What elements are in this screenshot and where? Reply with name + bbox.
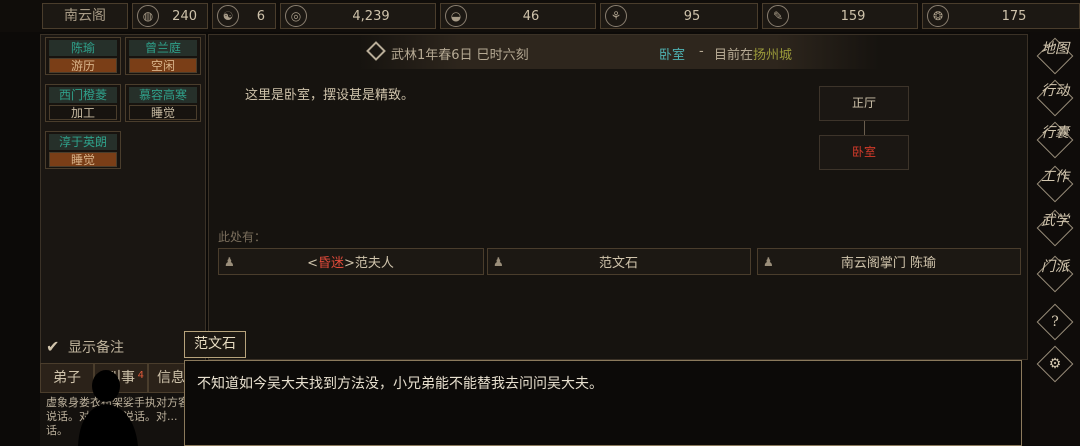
globe-icon: ◍ [137, 5, 159, 27]
resource-money[interactable]: ◎ 4,239 [280, 3, 436, 29]
tab-label: 叫事 [107, 370, 135, 386]
person-icon: ♟ [763, 254, 774, 269]
npc-name: 范文石 [598, 256, 638, 271]
message-log[interactable]: 虚象身娄衣布架娑手执对方客说话。对方和默说话。对...话。 [40, 393, 200, 446]
inventory-button[interactable]: 行囊 [1035, 120, 1075, 160]
dialog-text: 不知道如今吴大夫找到方法没，小兄弟能不能替我去问问吴大夫。 [197, 376, 603, 392]
help-button[interactable]: ? [1035, 302, 1075, 342]
resource-value: 175 [1001, 8, 1027, 24]
sect-button[interactable]: 门派 [1035, 254, 1075, 294]
resource-yinyang[interactable]: ☯ 6 [212, 3, 276, 29]
npc-entry[interactable]: ♟ <昏迷>范夫人 [218, 248, 484, 275]
disciple-status: 空闲 [129, 58, 197, 73]
resource-value: 240 [172, 8, 197, 24]
room-header: 武林1年春6日 巳时六刻 卧室 - 目前在扬州城 [359, 35, 879, 69]
npc-name: 范夫人 [354, 256, 394, 271]
map-connector [864, 121, 865, 135]
show-memo-toggle[interactable]: ✔ 显示备注 [46, 337, 124, 357]
map-button[interactable]: 地图 [1035, 36, 1075, 76]
food-bowl-icon: ◒ [445, 5, 467, 27]
person-icon: ♟ [224, 254, 235, 269]
disciple-card[interactable]: 曾兰庭 空闲 [125, 37, 201, 75]
disciple-status: 睡觉 [49, 152, 117, 167]
game-date: 武林1年春6日 巳时六刻 [391, 48, 529, 63]
checkmark-icon: ✔ [46, 337, 60, 356]
disciple-name: 淳于英朗 [49, 134, 117, 150]
room-panel: 武林1年春6日 巳时六刻 卧室 - 目前在扬州城 这里是卧室，摆设甚是精致。 正… [208, 34, 1028, 360]
npc-status-tag: 昏迷 [317, 256, 344, 271]
tag-bracket: < [307, 256, 318, 271]
disciple-name: 西门橙菱 [49, 87, 117, 103]
location-text: 目前在扬州城 [714, 44, 792, 63]
disciple-status: 加工 [49, 105, 117, 120]
settings-button[interactable]: ⚙ [1035, 344, 1075, 384]
tag-bracket: > [344, 256, 355, 271]
resource-value: 46 [522, 8, 540, 24]
menu-label: 地图 [1041, 41, 1069, 57]
person-icon: ♟ [493, 254, 504, 269]
menu-label: 工作 [1041, 169, 1069, 185]
dialog-speaker-name: 范文石 [184, 331, 246, 358]
herb-icon: ⚘ [605, 5, 627, 27]
map-node-hall[interactable]: 正厅 [819, 86, 909, 121]
resource-value: 6 [256, 8, 265, 24]
header-separator: - [699, 44, 704, 59]
resource-herb[interactable]: ⚘ 95 [600, 3, 758, 29]
here-label: 此处有： [218, 230, 267, 244]
log-text: 虚象身娄衣布架娑手执对方客说话。对方和默说话。对...话。 [46, 396, 189, 437]
dialog-box[interactable]: 不知道如今吴大夫找到方法没，小兄弟能不能替我去问问吴大夫。 [184, 360, 1022, 446]
disciple-status: 睡觉 [129, 105, 197, 120]
menu-label: 门派 [1041, 259, 1069, 275]
resource-value: 4,239 [352, 8, 390, 24]
city-name: 扬州城 [753, 48, 793, 63]
resource-ore[interactable]: ❂ 175 [922, 3, 1080, 29]
resource-wood[interactable]: ✎ 159 [762, 3, 918, 29]
diamond-icon [366, 41, 386, 61]
yinyang-icon: ☯ [217, 5, 239, 27]
disciple-name: 慕容高寒 [129, 87, 197, 103]
disciple-name: 曾兰庭 [129, 40, 197, 56]
ore-icon: ❂ [927, 5, 949, 27]
npc-entry[interactable]: ♟ 南云阁掌门 陈瑜 [757, 248, 1021, 275]
resource-food[interactable]: ◒ 46 [440, 3, 596, 29]
menu-label: 行囊 [1041, 125, 1069, 141]
disciple-card[interactable]: 西门橙菱 加工 [45, 84, 121, 122]
tab-disciples[interactable]: 弟子 [40, 363, 94, 393]
tab-events[interactable]: 叫事 4 [94, 363, 148, 393]
resource-reputation[interactable]: ◍ 240 [132, 3, 208, 29]
room-name: 卧室 [659, 48, 686, 63]
menu-label: 武学 [1041, 213, 1069, 229]
lower-tabs: 弟子 叫事 4 信息 [40, 363, 200, 393]
question-icon: ? [1051, 314, 1059, 330]
room-description: 这里是卧室，摆设甚是精致。 [245, 88, 415, 103]
right-menu: 地图 行动 行囊 工作 武学 门派 ? ⚙ [1030, 32, 1080, 446]
action-button[interactable]: 行动 [1035, 78, 1075, 118]
map-node-current: 卧室 [819, 135, 909, 170]
resource-value: 95 [683, 8, 701, 24]
menu-label: 行动 [1041, 83, 1069, 99]
npc-label: <昏迷>范夫人 [238, 252, 483, 271]
feather-icon: ✎ [767, 5, 789, 27]
resource-value: 159 [840, 8, 866, 24]
tab-label: 弟子 [53, 370, 81, 386]
disciple-status: 游历 [49, 58, 117, 73]
location-prefix: 目前在 [714, 48, 754, 63]
disciple-card[interactable]: 淳于英朗 睡觉 [45, 131, 121, 169]
martial-arts-button[interactable]: 武学 [1035, 208, 1075, 248]
coin-icon: ◎ [285, 5, 307, 27]
npc-entry[interactable]: ♟ 范文石 [487, 248, 751, 275]
sect-name-button[interactable]: 南云阁 [42, 3, 128, 29]
disciple-card[interactable]: 慕容高寒 睡觉 [125, 84, 201, 122]
tab-label: 信息 [157, 370, 185, 386]
disciple-card[interactable]: 陈瑜 游历 [45, 37, 121, 75]
npc-name: 南云阁掌门 陈瑜 [840, 256, 937, 271]
tab-badge: 4 [137, 370, 144, 381]
disciple-name: 陈瑜 [49, 40, 117, 56]
work-button[interactable]: 工作 [1035, 164, 1075, 204]
resource-bar: 南云阁 ◍ 240 ☯ 6 ◎ 4,239 ◒ 46 ⚘ 95 ✎ 159 ❂ … [0, 0, 1080, 32]
show-memo-label: 显示备注 [68, 340, 124, 356]
gear-icon: ⚙ [1048, 356, 1062, 372]
